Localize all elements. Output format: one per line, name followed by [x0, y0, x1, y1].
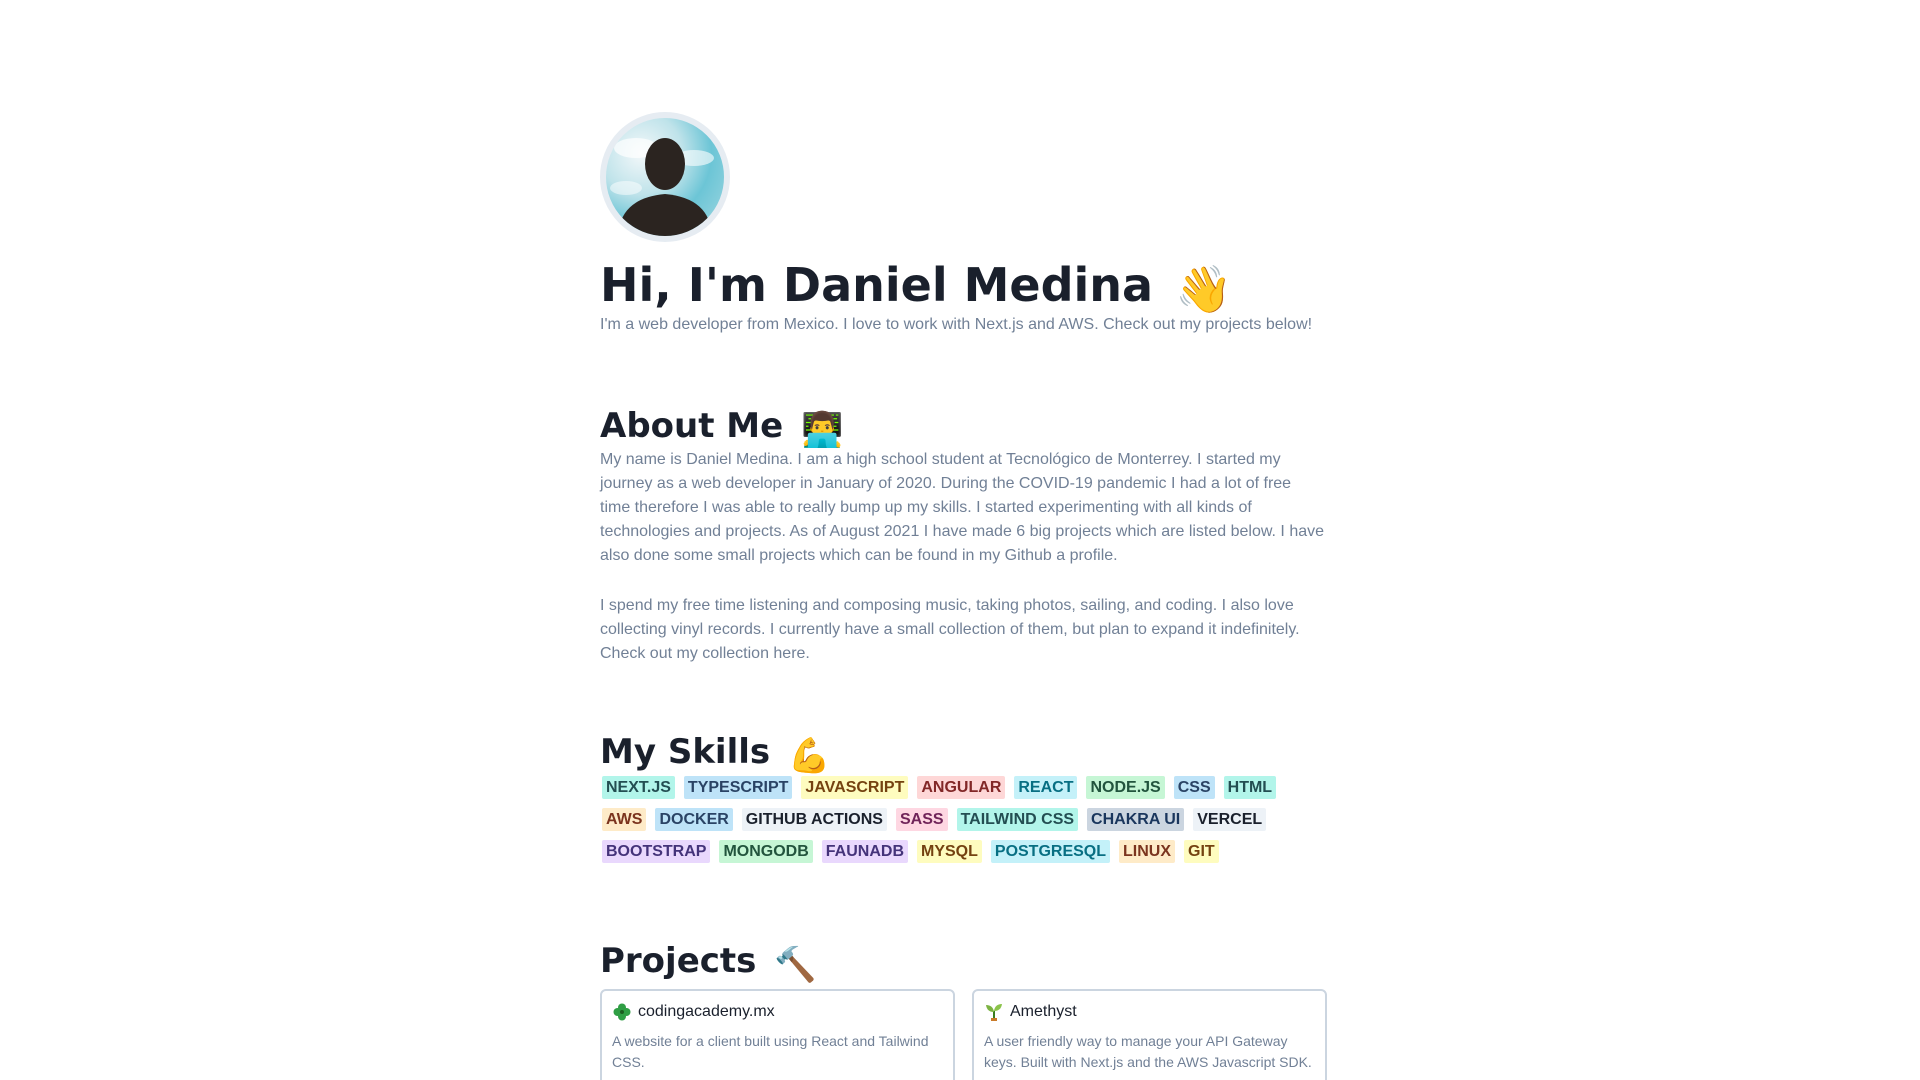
- waving-hand-icon: 👋: [1175, 262, 1233, 316]
- skill-tag: CSS: [1173, 776, 1215, 799]
- avatar: [600, 112, 730, 242]
- skill-tag: BOOTSTRAP: [602, 840, 711, 863]
- skill-tag: HTML: [1223, 776, 1277, 799]
- skill-tag: NODE.JS: [1086, 776, 1165, 799]
- skill-tag: MONGODB: [719, 840, 813, 863]
- project-card-codingacademy[interactable]: codingacademy.mx A website for a client …: [600, 989, 955, 1080]
- projects-title-text: Projects: [600, 941, 757, 981]
- skill-tag: REACT: [1014, 776, 1078, 799]
- skills-list: NEXT.JS TYPESCRIPT JAVASCRIPT ANGULAR REACT N…: [602, 776, 1327, 872]
- hammer-icon: 🔨: [774, 945, 817, 985]
- hero-title: Hi, I'm Daniel Medina 👋: [600, 255, 1232, 319]
- project-description: A website for a client built using React…: [612, 1033, 929, 1070]
- skills-row: BOOTSTRAP MONGODB FAUNADB MYSQL POSTGRESQL LI…: [602, 840, 1327, 872]
- about-title-text: About Me: [600, 406, 784, 446]
- skill-tag: LINUX: [1119, 840, 1176, 863]
- project-card-amethyst[interactable]: Amethyst A user friendly way to manage y…: [972, 989, 1327, 1080]
- skill-tag: SASS: [895, 808, 948, 831]
- project-card-header: codingacademy.mx: [612, 1001, 943, 1023]
- seedling-icon: [984, 1002, 1004, 1022]
- projects-list: codingacademy.mx A website for a client …: [600, 989, 1327, 1080]
- skill-tag: TAILWIND CSS: [956, 808, 1079, 831]
- avatar-silhouette: [610, 138, 714, 236]
- project-card-header: Amethyst: [984, 1001, 1315, 1023]
- project-description: A user friendly way to manage your API G…: [984, 1033, 1312, 1070]
- portfolio-page: Hi, I'm Daniel Medina 👋 I'm a web develo…: [0, 0, 1920, 1080]
- skill-tag: FAUNADB: [821, 840, 908, 863]
- about-title: About Me 👨‍💻: [600, 403, 843, 453]
- skill-tag: VERCEL: [1193, 808, 1267, 831]
- skill-tag: POSTGRESQL: [990, 840, 1111, 863]
- hero-title-text: Hi, I'm Daniel Medina: [600, 258, 1154, 312]
- flexed-biceps-icon: 💪: [787, 736, 831, 776]
- clover-icon: [612, 1002, 632, 1022]
- hero-subtitle: I'm a web developer from Mexico. I love …: [600, 316, 1313, 333]
- skill-tag: TYPESCRIPT: [683, 776, 793, 799]
- skill-tag: GIT: [1184, 840, 1219, 863]
- about-paragraph-1: My name is Daniel Medina. I am a high sc…: [600, 451, 1325, 564]
- skill-tag: MYSQL: [917, 840, 982, 863]
- skill-tag: ANGULAR: [917, 776, 1006, 799]
- skills-title-text: My Skills: [600, 732, 771, 772]
- skill-tag: DOCKER: [655, 808, 733, 831]
- skills-title: My Skills 💪: [600, 729, 830, 779]
- projects-title: Projects 🔨: [600, 938, 817, 988]
- skill-tag: JAVASCRIPT: [801, 776, 909, 799]
- skill-tag: AWS: [602, 808, 647, 831]
- skill-tag: GITHUB ACTIONS: [741, 808, 887, 831]
- project-name: Amethyst: [1010, 1003, 1077, 1020]
- technologist-icon: 👨‍💻: [801, 410, 844, 450]
- skills-row: AWS DOCKER GITHUB ACTIONS SASS TAILWIND CSS C…: [602, 808, 1327, 840]
- skills-row: NEXT.JS TYPESCRIPT JAVASCRIPT ANGULAR REACT N…: [602, 776, 1327, 808]
- project-name: codingacademy.mx: [638, 1003, 775, 1020]
- skill-tag: NEXT.JS: [602, 776, 675, 799]
- about-paragraph-2: I spend my free time listening and compo…: [600, 597, 1300, 662]
- skill-tag: CHAKRA UI: [1087, 808, 1185, 831]
